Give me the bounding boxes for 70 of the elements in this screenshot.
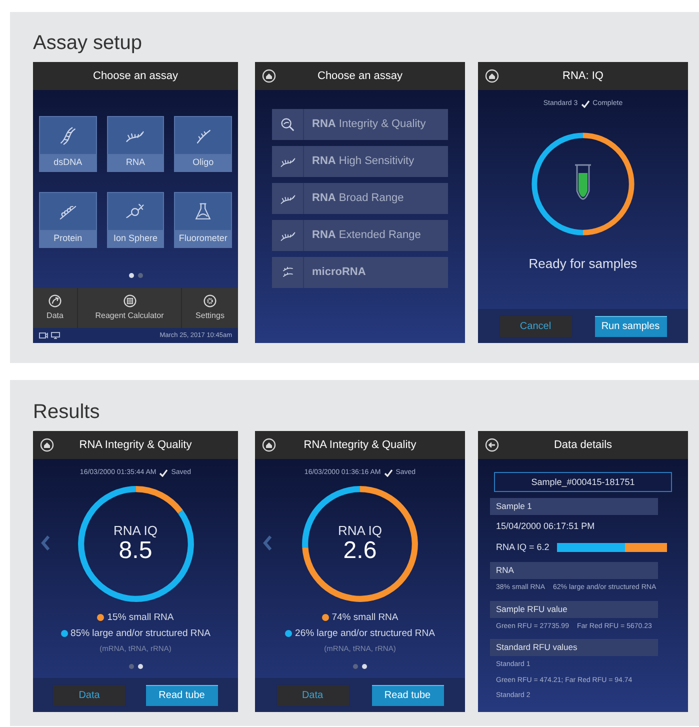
tile-label: Fluorometer bbox=[175, 230, 231, 247]
section-heading: Sample RFU value bbox=[490, 600, 658, 618]
camera-icon bbox=[39, 332, 48, 339]
assay-tile[interactable]: Ion Sphere bbox=[106, 192, 164, 248]
legend-text: 15% small RNA bbox=[107, 610, 174, 624]
footer-button[interactable]: Run samples bbox=[594, 316, 666, 336]
assay-list-item[interactable]: RNA High Sensitivity bbox=[272, 146, 448, 177]
footer-button[interactable]: Data bbox=[276, 684, 348, 706]
home-icon[interactable] bbox=[40, 438, 54, 452]
screen-title: Choose an assay bbox=[92, 68, 179, 84]
assay-tile[interactable]: RNA bbox=[106, 116, 164, 172]
assay-list-item[interactable]: microRNA bbox=[272, 257, 448, 288]
assay-tile[interactable]: dsDNA bbox=[39, 116, 97, 172]
detail-text: RNA IQ = 6.2 bbox=[496, 540, 550, 554]
tile-label: dsDNA bbox=[40, 154, 96, 171]
score-value: 8.5 bbox=[118, 538, 152, 564]
assay-tile[interactable]: Protein bbox=[39, 192, 97, 248]
section-heading: RNA bbox=[490, 562, 658, 579]
section-title: Assay setup bbox=[33, 31, 143, 56]
screen-title: RNA Integrity & Quality bbox=[302, 438, 418, 453]
assay-name: RNA High Sensitivity bbox=[311, 154, 414, 170]
assay-name: RNA Integrity & Quality bbox=[311, 117, 426, 132]
assay-tile[interactable]: Oligo bbox=[174, 116, 232, 172]
tile-label: RNA bbox=[108, 154, 164, 171]
legend-text: 26% large and/or structured RNA bbox=[295, 626, 435, 641]
sample-name-field[interactable]: Sample_#000415-181751 bbox=[494, 472, 672, 492]
magnifier-icon bbox=[278, 116, 296, 134]
detail-text: 15/04/2000 06:17:51 PM bbox=[496, 520, 595, 533]
check-icon bbox=[384, 469, 393, 478]
score-label: RNA IQ bbox=[113, 524, 158, 538]
footer-button[interactable]: Read tube bbox=[146, 684, 218, 706]
section-title: Results bbox=[33, 400, 101, 425]
settings-icon bbox=[203, 294, 217, 308]
check-icon bbox=[159, 469, 168, 478]
assay-name: RNA Broad Range bbox=[311, 191, 404, 206]
score-label: RNA IQ bbox=[338, 524, 382, 538]
assay-list-item[interactable]: RNA Broad Range bbox=[272, 183, 448, 214]
home-icon[interactable] bbox=[262, 438, 276, 452]
chevron-left-icon[interactable] bbox=[41, 534, 50, 550]
score-value: 2.6 bbox=[343, 538, 377, 564]
back-icon[interactable] bbox=[485, 438, 499, 452]
footer-button[interactable]: Data bbox=[53, 684, 126, 706]
screen-title: Data details bbox=[552, 438, 614, 453]
ready-message: Ready for samples bbox=[528, 254, 638, 273]
toolbar-button[interactable]: Data bbox=[33, 288, 77, 328]
share-icon bbox=[48, 294, 62, 308]
section-heading: Sample 1 bbox=[490, 498, 658, 515]
tile-label: Oligo bbox=[175, 154, 231, 171]
screen-title: RNA Integrity & Quality bbox=[78, 438, 193, 453]
section-heading: Standard RFU values bbox=[490, 639, 658, 656]
chevron-left-icon[interactable] bbox=[263, 534, 272, 550]
check-icon bbox=[580, 100, 590, 108]
tile-label: Protein bbox=[40, 230, 96, 247]
assay-list-item[interactable]: RNA Integrity & Quality bbox=[272, 109, 448, 140]
home-icon[interactable] bbox=[485, 69, 499, 83]
assay-name: microRNA bbox=[311, 265, 366, 280]
calculator-icon bbox=[122, 294, 136, 308]
monitor-icon bbox=[51, 332, 60, 339]
toolbar-button[interactable]: Settings bbox=[182, 288, 238, 328]
screen-title: RNA: IQ bbox=[562, 68, 604, 84]
tile-label: Ion Sphere bbox=[108, 230, 164, 247]
assay-tile[interactable]: Fluorometer bbox=[174, 192, 232, 248]
screen-title: Choose an assay bbox=[316, 68, 404, 84]
footer-button[interactable]: Read tube bbox=[372, 684, 444, 706]
home-icon[interactable] bbox=[262, 69, 276, 83]
legend-text: 85% large and/or structured RNA bbox=[70, 626, 210, 641]
footer-button[interactable]: Cancel bbox=[500, 316, 572, 336]
assay-name: RNA Extended Range bbox=[311, 228, 421, 244]
assay-list-item[interactable]: RNA Extended Range bbox=[272, 220, 448, 251]
legend-text: 74% small RNA bbox=[332, 610, 398, 624]
